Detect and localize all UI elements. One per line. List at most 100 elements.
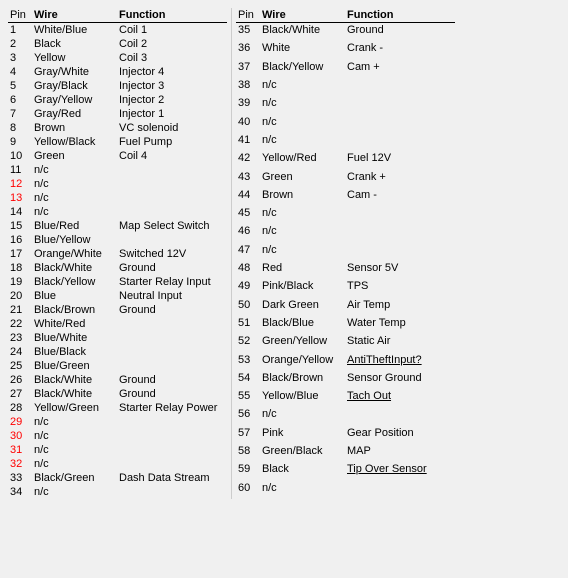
cell-pin: 3 [8, 51, 32, 65]
cell-function [117, 177, 227, 191]
cell-wire: Gray/Yellow [32, 93, 117, 107]
cell-pin: 2 [8, 37, 32, 51]
cell-pin: 19 [8, 275, 32, 289]
cell-pin: 50 [236, 298, 260, 316]
cell-pin: 58 [236, 444, 260, 462]
table-row: 38n/c [236, 78, 455, 96]
cell-function: Ground [117, 387, 227, 401]
cell-function [345, 407, 455, 425]
table-row: 50Dark GreenAir Temp [236, 298, 455, 316]
cell-wire: Black/White [32, 373, 117, 387]
table-row: 27Black/WhiteGround [8, 387, 227, 401]
right-header-pin: Pin [236, 8, 260, 23]
table-row: 54Black/BrownSensor Ground [236, 371, 455, 389]
cell-function: Tach Out [345, 389, 455, 407]
cell-function: Injector 1 [117, 107, 227, 121]
cell-wire: Black [260, 462, 345, 480]
table-row: 26Black/WhiteGround [8, 373, 227, 387]
table-row: 33Black/GreenDash Data Stream [8, 471, 227, 485]
cell-function [117, 191, 227, 205]
cell-function [345, 224, 455, 242]
cell-pin: 52 [236, 334, 260, 352]
cell-pin: 54 [236, 371, 260, 389]
cell-pin: 39 [236, 96, 260, 114]
cell-function: Starter Relay Input [117, 275, 227, 289]
cell-wire: Blue [32, 289, 117, 303]
table-row: 12n/c [8, 177, 227, 191]
cell-wire: Green [260, 170, 345, 188]
cell-pin: 30 [8, 429, 32, 443]
cell-wire: Orange/Yellow [260, 353, 345, 371]
cell-wire: Black/White [32, 387, 117, 401]
cell-wire: n/c [260, 481, 345, 499]
cell-pin: 40 [236, 115, 260, 133]
cell-wire: n/c [32, 163, 117, 177]
cell-pin: 17 [8, 247, 32, 261]
cell-function: Fuel 12V [345, 151, 455, 169]
cell-function: Injector 3 [117, 79, 227, 93]
table-row: 43GreenCrank + [236, 170, 455, 188]
cell-wire: Dark Green [260, 298, 345, 316]
table-row: 37Black/YellowCam + [236, 60, 455, 78]
cell-function [117, 205, 227, 219]
cell-function: AntiTheftInput? [345, 353, 455, 371]
cell-pin: 34 [8, 485, 32, 499]
cell-function [345, 206, 455, 224]
cell-wire: Pink [260, 426, 345, 444]
cell-pin: 4 [8, 65, 32, 79]
cell-wire: Gray/Black [32, 79, 117, 93]
cell-wire: n/c [32, 485, 117, 499]
cell-wire: Green/Yellow [260, 334, 345, 352]
cell-function: Crank + [345, 170, 455, 188]
table-row: 57PinkGear Position [236, 426, 455, 444]
cell-pin: 15 [8, 219, 32, 233]
left-header-function: Function [117, 8, 227, 23]
cell-pin: 9 [8, 135, 32, 149]
cell-function: Coil 3 [117, 51, 227, 65]
cell-function: Ground [345, 23, 455, 42]
table-row: 41n/c [236, 133, 455, 151]
table-row: 55Yellow/BlueTach Out [236, 389, 455, 407]
cell-pin: 33 [8, 471, 32, 485]
cell-wire: Gray/Red [32, 107, 117, 121]
cell-function: Tip Over Sensor [345, 462, 455, 480]
table-row: 47n/c [236, 243, 455, 261]
cell-pin: 20 [8, 289, 32, 303]
cell-pin: 56 [236, 407, 260, 425]
table-row: 21Black/BrownGround [8, 303, 227, 317]
cell-wire: Black/Blue [260, 316, 345, 334]
cell-function: MAP [345, 444, 455, 462]
table-row: 9Yellow/BlackFuel Pump [8, 135, 227, 149]
cell-function: Ground [117, 261, 227, 275]
cell-function: Crank - [345, 41, 455, 59]
cell-function [345, 115, 455, 133]
cell-wire: n/c [260, 206, 345, 224]
cell-function [117, 457, 227, 471]
cell-function [345, 243, 455, 261]
table-row: 32n/c [8, 457, 227, 471]
cell-pin: 38 [236, 78, 260, 96]
cell-function [345, 96, 455, 114]
cell-wire: n/c [32, 177, 117, 191]
cell-wire: Black/Brown [260, 371, 345, 389]
table-row: 30n/c [8, 429, 227, 443]
cell-wire: Black/Yellow [32, 275, 117, 289]
cell-pin: 26 [8, 373, 32, 387]
table-row: 2BlackCoil 2 [8, 37, 227, 51]
cell-wire: Yellow/Green [32, 401, 117, 415]
cell-pin: 31 [8, 443, 32, 457]
table-row: 51Black/BlueWater Temp [236, 316, 455, 334]
cell-wire: n/c [32, 429, 117, 443]
table-row: 60n/c [236, 481, 455, 499]
cell-pin: 8 [8, 121, 32, 135]
table-row: 20BlueNeutral Input [8, 289, 227, 303]
table-row: 11n/c [8, 163, 227, 177]
cell-wire: n/c [260, 224, 345, 242]
table-row: 39n/c [236, 96, 455, 114]
cell-function: Sensor 5V [345, 261, 455, 279]
main-container: Pin Wire Function 1White/BlueCoil 12Blac… [8, 8, 560, 499]
cell-pin: 43 [236, 170, 260, 188]
cell-function: Gear Position [345, 426, 455, 444]
cell-pin: 59 [236, 462, 260, 480]
cell-wire: Brown [260, 188, 345, 206]
